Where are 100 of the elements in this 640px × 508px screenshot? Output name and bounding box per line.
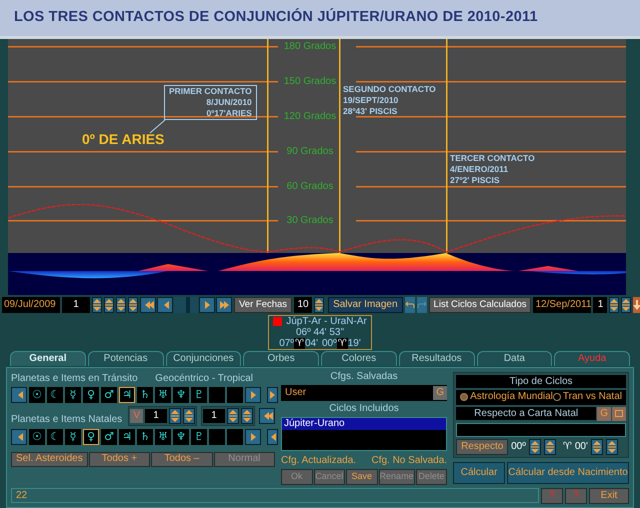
count-field[interactable]: 10 xyxy=(294,296,312,313)
square-button[interactable] xyxy=(612,406,626,421)
tab[interactable]: Orbes xyxy=(243,350,319,366)
scroll-right-button[interactable] xyxy=(245,386,261,403)
planet-toggle[interactable]: ♃ xyxy=(119,386,135,403)
spinner-button[interactable] xyxy=(241,408,253,424)
planet-toggle[interactable]: ♀ xyxy=(83,386,99,403)
scroll-left-button[interactable] xyxy=(11,428,27,445)
spinner-button[interactable] xyxy=(621,296,632,313)
position-text: 00º xyxy=(322,338,337,349)
tab[interactable]: Colores xyxy=(321,350,397,366)
remove-all-button[interactable] xyxy=(259,408,275,424)
save-image-button[interactable]: Salvar Imagen xyxy=(328,296,403,313)
end-step-field[interactable]: 1 xyxy=(593,296,608,313)
list-item[interactable]: Júpiter-Urano xyxy=(282,418,446,430)
degree-label: 30 Grados xyxy=(286,216,334,226)
planet-toggle[interactable]: ♇ xyxy=(191,386,207,403)
spinner-button[interactable] xyxy=(314,296,324,313)
previous-button[interactable] xyxy=(157,296,173,313)
fast-forward-button[interactable] xyxy=(216,296,232,313)
add-button[interactable] xyxy=(267,386,278,403)
up-down-icon xyxy=(229,410,237,422)
calculate-button[interactable]: Cálcular xyxy=(453,462,506,484)
scroll-left-button[interactable] xyxy=(11,386,27,403)
spinner-button[interactable] xyxy=(227,408,239,424)
planet-toggle[interactable]: ♆ xyxy=(173,428,189,445)
spinner-button[interactable] xyxy=(544,438,556,455)
triangle-icon xyxy=(248,432,258,442)
triangle-icon xyxy=(268,390,277,400)
aspect-name: JúpT-Ar - UraN-Ar xyxy=(286,316,367,327)
contact-callout-box: PRIMER CONTACTO 8/JUN/2010 0º17'ARIES xyxy=(164,85,257,120)
planet-toggle[interactable]: ☾ xyxy=(47,428,63,445)
natal-chart-label: Respecto a Carta Natal xyxy=(456,407,596,420)
planet-toggle[interactable]: ♄ xyxy=(137,386,153,403)
natal-chart-field[interactable] xyxy=(456,422,626,437)
radio-option[interactable]: Tran vs Natal xyxy=(552,392,622,402)
spinner-button[interactable] xyxy=(128,296,138,313)
minute-value: 00' xyxy=(574,442,588,452)
tab[interactable]: Data xyxy=(476,350,552,366)
end-date-field[interactable]: 12/Sep/2011 xyxy=(533,296,592,313)
planet-toggle[interactable]: ☉ xyxy=(29,428,45,445)
planet-toggle[interactable]: ☉ xyxy=(29,386,45,403)
list-cycles-button[interactable]: List Ciclos Calculados xyxy=(428,296,532,313)
position-text: 07º xyxy=(279,338,294,349)
tab[interactable]: General xyxy=(10,350,86,366)
triangle-icon xyxy=(248,390,258,400)
spinner-button[interactable] xyxy=(590,438,603,455)
spinner-button[interactable] xyxy=(116,296,126,313)
planet-toggle[interactable]: ♂ xyxy=(101,428,117,445)
planet-toggle[interactable]: ♀ xyxy=(83,428,99,445)
tab[interactable]: Conjunciones xyxy=(166,350,242,366)
planet-toggle[interactable]: ♅ xyxy=(155,386,171,403)
planet-toggle[interactable]: ♃ xyxy=(119,428,135,445)
rewind-button[interactable] xyxy=(140,296,156,313)
up-down-icon xyxy=(93,298,101,311)
sign-glyph: ♈ xyxy=(562,442,572,452)
included-cycles-label: Ciclos Incluidos xyxy=(329,404,399,414)
undo-button[interactable] xyxy=(404,296,415,313)
remove-button[interactable] xyxy=(267,428,278,445)
spinner-button[interactable] xyxy=(104,296,114,313)
spinner-button[interactable] xyxy=(609,296,620,313)
scroll-right-button[interactable] xyxy=(245,428,261,445)
planet-toggle[interactable]: ♇ xyxy=(191,428,207,445)
degree-label: 120 Grados xyxy=(282,112,338,122)
step-field[interactable]: 1 xyxy=(62,296,90,313)
planet-toggle[interactable]: ♆ xyxy=(173,386,189,403)
start-date-field[interactable]: 09/Jul/2009 xyxy=(2,296,60,313)
next-button[interactable] xyxy=(199,296,215,313)
up-down-icon xyxy=(610,298,618,311)
sign-glyph: ♈ xyxy=(294,338,305,349)
download-button[interactable] xyxy=(633,296,640,313)
up-down-icon xyxy=(546,440,554,453)
spinner-button[interactable] xyxy=(92,296,102,313)
planet-toggle[interactable]: ☿ xyxy=(65,428,81,445)
empty-slot xyxy=(209,428,225,445)
up-down-icon xyxy=(315,298,324,311)
radio-option[interactable]: Astrología Mundial xyxy=(460,392,553,402)
up-down-icon xyxy=(622,298,630,311)
planet-toggle[interactable]: ♂ xyxy=(101,386,117,403)
degree-label: 60 Grados xyxy=(286,182,334,192)
spinner-button[interactable] xyxy=(606,438,618,455)
spin-value[interactable]: 1 xyxy=(203,408,225,423)
spinner-button[interactable] xyxy=(183,408,195,424)
spinner-button[interactable] xyxy=(528,438,541,455)
tab[interactable]: Resultados xyxy=(398,350,474,366)
up-down-icon xyxy=(129,298,137,311)
saved-config-field[interactable]: User G xyxy=(281,384,448,401)
empty-slot xyxy=(227,386,243,403)
position-text: 19' xyxy=(348,338,361,349)
tab[interactable]: Potencias xyxy=(88,350,164,366)
planet-toggle[interactable]: ♄ xyxy=(137,428,153,445)
planet-toggle[interactable]: ☿ xyxy=(65,386,81,403)
calculate-button[interactable]: Cálcular desde Nacimiento xyxy=(507,462,629,484)
planet-toggle[interactable]: ♅ xyxy=(155,428,171,445)
degree-label: 150 Grados xyxy=(282,77,338,88)
spinner-button[interactable] xyxy=(169,408,181,424)
planet-toggle[interactable]: ☾ xyxy=(47,386,63,403)
view-dates-button[interactable]: Ver Fechas xyxy=(234,296,292,313)
contact-label: TERCER CONTACTO 4/ENERO/2011 27º2' PISCIS xyxy=(450,153,535,186)
spin-value[interactable]: 1 xyxy=(145,408,167,423)
